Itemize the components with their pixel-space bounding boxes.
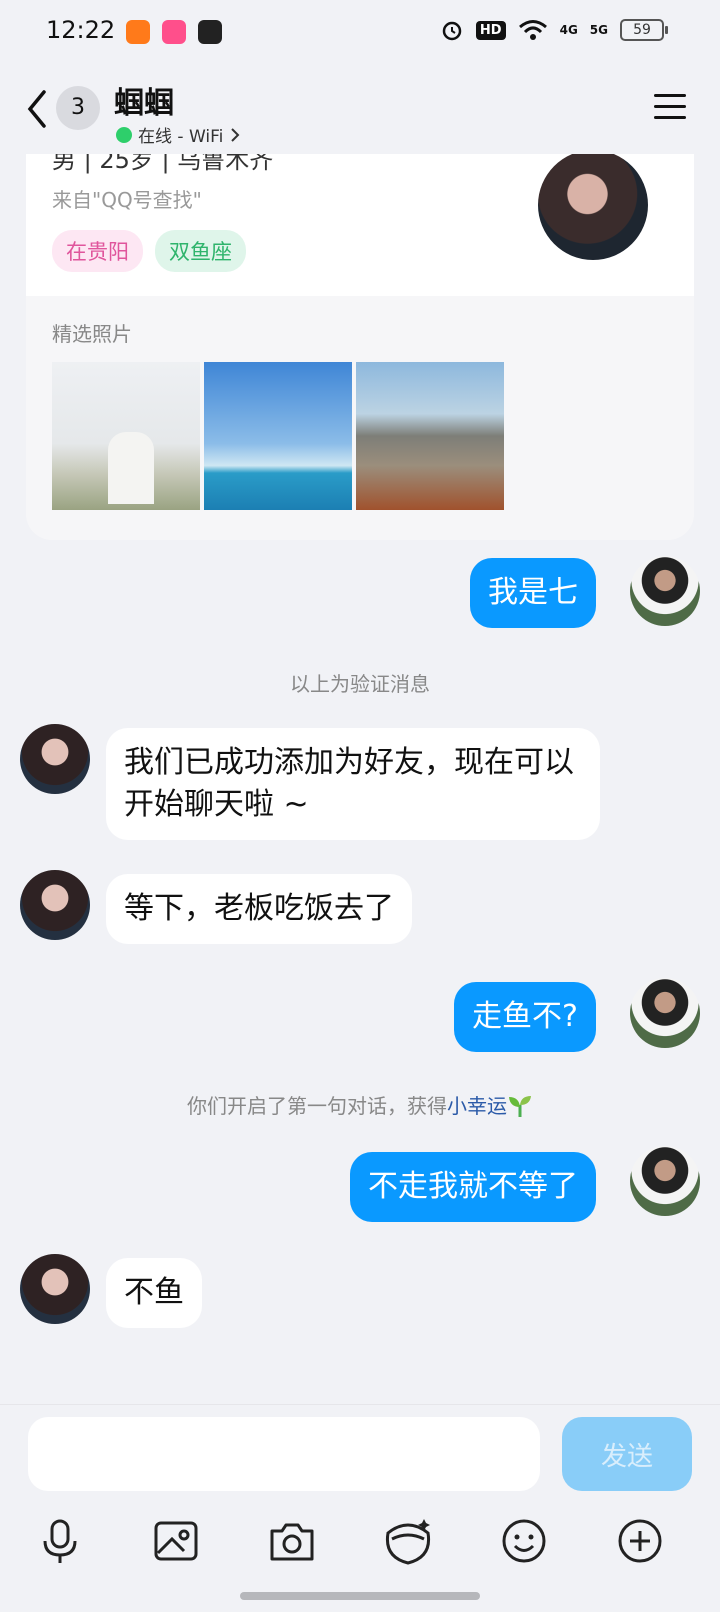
my-avatar[interactable]	[630, 556, 700, 626]
featured-photo[interactable]	[356, 362, 504, 510]
notification-icons	[126, 20, 222, 44]
photo-gallery	[52, 362, 504, 510]
app-notification-icon	[198, 20, 222, 44]
camera-icon[interactable]	[264, 1513, 320, 1569]
microphone-icon[interactable]	[32, 1513, 88, 1569]
message-bubble[interactable]: 走鱼不?	[454, 982, 596, 1052]
input-area: 发送	[0, 1404, 720, 1612]
battery-icon: 59	[620, 19, 668, 41]
emoji-icon[interactable]	[496, 1513, 552, 1569]
chat-header: 3 蝈蝈 在线 - WiFi	[0, 64, 720, 154]
tag-location[interactable]: 在贵阳	[52, 230, 143, 272]
app-notification-icon	[126, 20, 150, 44]
profile-source: 来自"QQ号查找"	[52, 188, 202, 212]
image-icon[interactable]	[148, 1513, 204, 1569]
wifi-icon	[518, 20, 547, 40]
signal-icon: 5G	[589, 23, 608, 37]
contact-name[interactable]: 蝈蝈	[114, 78, 174, 122]
menu-button[interactable]	[654, 94, 686, 120]
message-bubble[interactable]: 不走我就不等了	[350, 1152, 596, 1222]
sprout-icon	[509, 1096, 531, 1117]
photos-label: 精选照片	[52, 322, 132, 346]
system-message: 你们开启了第一句对话，获得小幸运	[0, 1090, 720, 1119]
system-message: 以上为验证消息	[290, 672, 430, 696]
chevron-right-icon	[231, 127, 240, 142]
menu-bar	[654, 116, 686, 119]
system-indicators: HD 4G 5G 59	[440, 18, 668, 42]
lucky-link[interactable]: 小幸运	[447, 1094, 507, 1118]
plus-icon[interactable]	[612, 1513, 668, 1569]
alarm-icon	[442, 21, 462, 41]
online-status[interactable]: 在线 - WiFi	[116, 122, 241, 147]
my-avatar[interactable]	[630, 978, 700, 1048]
system-message-text: 你们开启了第一句对话，获得	[187, 1094, 447, 1118]
message-input[interactable]	[28, 1417, 540, 1491]
message-bubble[interactable]: 我们已成功添加为好友，现在可以开始聊天啦 ~	[106, 728, 600, 840]
featured-photo[interactable]	[52, 362, 200, 510]
unread-count-badge[interactable]: 3	[56, 86, 100, 130]
toolbar	[0, 1513, 720, 1577]
profile-tags: 在贵阳 双鱼座	[52, 230, 246, 272]
online-status-text: 在线 - WiFi	[138, 127, 224, 147]
app-notification-icon	[162, 20, 186, 44]
avatar-sticker-icon[interactable]	[380, 1513, 436, 1569]
contact-avatar[interactable]	[20, 1254, 90, 1324]
send-button[interactable]: 发送	[562, 1417, 692, 1491]
message-bubble[interactable]: 等下，老板吃饭去了	[106, 874, 412, 944]
hd-icon: HD	[475, 20, 506, 40]
signal-icon: 4G	[559, 23, 578, 37]
message-bubble[interactable]: 我是七	[470, 558, 596, 628]
contact-avatar[interactable]	[20, 870, 90, 940]
message-bubble[interactable]: 不鱼	[106, 1258, 202, 1328]
tag-zodiac[interactable]: 双鱼座	[155, 230, 246, 272]
home-indicator[interactable]	[240, 1592, 480, 1600]
status-time: 12:22	[46, 16, 116, 44]
profile-card[interactable]: 男 | 25岁 | 乌鲁木齐 来自"QQ号查找" 在贵阳 双鱼座 精选照片	[26, 120, 694, 540]
contact-avatar[interactable]	[20, 724, 90, 794]
online-dot-icon	[116, 126, 132, 143]
my-avatar[interactable]	[630, 1146, 700, 1216]
menu-bar	[654, 94, 686, 97]
back-icon[interactable]	[22, 86, 52, 132]
featured-photo[interactable]	[204, 362, 352, 510]
menu-bar	[654, 105, 686, 108]
profile-avatar[interactable]	[538, 150, 648, 260]
status-bar: 12:22 HD 4G 5G 59	[0, 0, 720, 64]
